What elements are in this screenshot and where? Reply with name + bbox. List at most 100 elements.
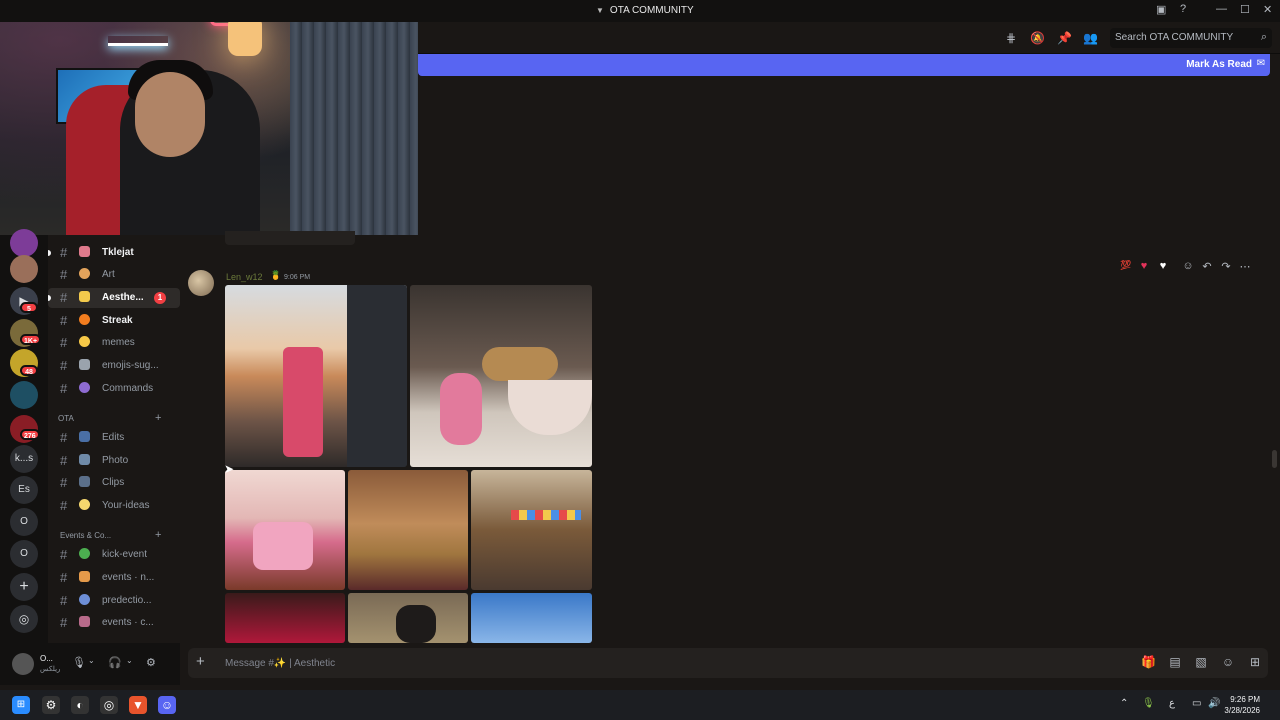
- gallery-image[interactable]: [410, 285, 592, 467]
- sticker-icon[interactable]: ▧: [1194, 655, 1208, 669]
- category-ota[interactable]: OTA +: [48, 412, 180, 427]
- inbox-icon[interactable]: ▣: [1156, 3, 1166, 16]
- message-input[interactable]: Message #✨ | Aesthetic: [225, 658, 335, 669]
- channel-emoji-icon: [79, 499, 90, 510]
- add-server-icon[interactable]: +: [10, 573, 38, 601]
- server-icon[interactable]: [10, 381, 38, 409]
- channel-item[interactable]: # Photo: [48, 451, 180, 471]
- gift-icon[interactable]: 🎁: [1141, 655, 1156, 669]
- scrollbar[interactable]: [1272, 450, 1277, 468]
- channel-item[interactable]: # events · c...: [48, 613, 180, 633]
- attach-plus-icon[interactable]: +: [196, 653, 205, 670]
- add-channel-icon[interactable]: +: [155, 412, 161, 424]
- channel-item[interactable]: # Art: [48, 265, 180, 285]
- more-options-icon[interactable]: ⋯: [1237, 260, 1253, 273]
- avatar[interactable]: [12, 653, 34, 675]
- taskbar-app-icon[interactable]: ◐: [71, 696, 89, 714]
- channel-item[interactable]: # Your-ideas: [48, 496, 180, 516]
- chevron-down-icon[interactable]: ⌄: [126, 656, 133, 665]
- reaction-100-icon[interactable]: 💯: [1118, 260, 1134, 271]
- forward-icon[interactable]: ↷: [1218, 260, 1234, 273]
- message-composer[interactable]: + Message #✨ | Aesthetic 🎁 ▤ ▧ ☺ ⊞: [188, 648, 1268, 678]
- channel-hash-icon: #: [60, 313, 68, 328]
- system-clock[interactable]: 9:26 PM 3/28/2026: [1224, 694, 1260, 716]
- maximize-button[interactable]: ☐: [1240, 3, 1250, 16]
- gallery-image[interactable]: [225, 285, 407, 467]
- channel-hash-icon: #: [60, 267, 68, 282]
- channel-hash-icon: #: [60, 381, 68, 396]
- microphone-icon[interactable]: 🎙: [72, 656, 86, 669]
- avatar[interactable]: [188, 270, 214, 296]
- image-gallery: [225, 285, 592, 643]
- tray-mic-icon[interactable]: 🎙: [1142, 698, 1155, 709]
- headphones-icon[interactable]: 🎧: [108, 656, 122, 669]
- gear-icon[interactable]: ⚙: [146, 656, 156, 669]
- discord-icon[interactable]: ☺: [158, 696, 176, 714]
- previous-attachment[interactable]: [225, 231, 355, 245]
- channel-emoji-icon: [79, 476, 90, 487]
- search-box[interactable]: Search OTA COMMUNITY ⌕: [1110, 28, 1272, 48]
- channel-item[interactable]: # Commands: [48, 379, 180, 399]
- gallery-image[interactable]: [471, 470, 592, 590]
- gif-icon[interactable]: ▤: [1168, 655, 1182, 669]
- channel-hash-icon: #: [60, 547, 68, 562]
- threads-icon[interactable]: ⋕: [1004, 31, 1018, 45]
- reply-icon[interactable]: ↶: [1199, 260, 1215, 273]
- new-messages-bar[interactable]: Mark As Read ✉: [418, 54, 1270, 76]
- taskbar-app-icon[interactable]: ⚙: [42, 696, 60, 714]
- gallery-image[interactable]: [348, 593, 468, 643]
- tray-chevron-icon[interactable]: ⌃: [1120, 698, 1128, 709]
- server-icon[interactable]: O: [10, 508, 38, 536]
- help-icon[interactable]: ?: [1180, 3, 1186, 15]
- reaction-heart-icon[interactable]: ♥: [1136, 260, 1152, 272]
- reaction-white-heart-icon[interactable]: ♥: [1155, 260, 1171, 272]
- input-language[interactable]: ع: [1169, 698, 1175, 709]
- taskbar-app-icon[interactable]: ◎: [100, 696, 118, 714]
- volume-icon[interactable]: 🔊: [1208, 698, 1220, 709]
- gallery-image[interactable]: [348, 470, 468, 590]
- message-timestamp: 9:06 PM: [284, 274, 311, 281]
- apps-icon[interactable]: ⊞: [1248, 655, 1262, 669]
- channel-item[interactable]: # Tklejat: [48, 243, 180, 263]
- message-author[interactable]: Len_w12: [226, 272, 263, 282]
- channel-item[interactable]: # events · n...: [48, 568, 180, 588]
- network-icon[interactable]: ▭: [1192, 698, 1201, 709]
- channel-item[interactable]: # predectio...: [48, 591, 180, 611]
- close-button[interactable]: ✕: [1263, 3, 1272, 16]
- chevron-down-icon[interactable]: ⌄: [88, 656, 95, 665]
- channel-hash-icon: #: [60, 335, 68, 350]
- emoji-icon[interactable]: ☺: [1221, 655, 1235, 669]
- channel-item[interactable]: # kick-event: [48, 545, 180, 565]
- add-reaction-icon[interactable]: ☺: [1180, 260, 1196, 272]
- server-badge: 5: [20, 302, 38, 313]
- gallery-image[interactable]: [225, 470, 345, 590]
- mouse-cursor: ➤: [224, 462, 235, 476]
- discover-icon[interactable]: ◎: [10, 605, 38, 633]
- author-badge-emoji: 🍍: [270, 270, 282, 280]
- channel-emoji-icon: [79, 291, 90, 302]
- notification-settings-icon[interactable]: 🔕: [1030, 31, 1045, 45]
- channel-hash-icon: #: [60, 593, 68, 608]
- pinned-messages-icon[interactable]: 📌: [1057, 31, 1072, 45]
- window-title: ▼ OTA COMMUNITY: [596, 5, 694, 16]
- mark-as-read-button[interactable]: Mark As Read: [1186, 59, 1252, 70]
- channel-item[interactable]: # memes: [48, 333, 180, 353]
- channel-item[interactable]: # Edits: [48, 428, 180, 448]
- gallery-image[interactable]: [471, 593, 592, 643]
- brave-icon[interactable]: ▼: [129, 696, 147, 714]
- channel-item[interactable]: # Streak: [48, 311, 180, 331]
- minimize-button[interactable]: —: [1216, 3, 1227, 15]
- server-icon[interactable]: O: [10, 540, 38, 568]
- member-list-icon[interactable]: 👥: [1083, 31, 1098, 45]
- server-icon[interactable]: k...s: [10, 445, 38, 473]
- add-channel-icon[interactable]: +: [155, 529, 161, 541]
- channel-item[interactable]: # Aesthe... 1: [48, 288, 180, 308]
- channel-item[interactable]: # emojis-sug...: [48, 356, 180, 376]
- server-icon[interactable]: Es: [10, 476, 38, 504]
- category-events[interactable]: Events & Co... +: [48, 529, 180, 544]
- server-icon[interactable]: [10, 255, 38, 283]
- server-icon[interactable]: [10, 229, 38, 257]
- start-button[interactable]: ⊞: [12, 696, 30, 714]
- gallery-image[interactable]: [225, 593, 345, 643]
- channel-item[interactable]: # Clips: [48, 473, 180, 493]
